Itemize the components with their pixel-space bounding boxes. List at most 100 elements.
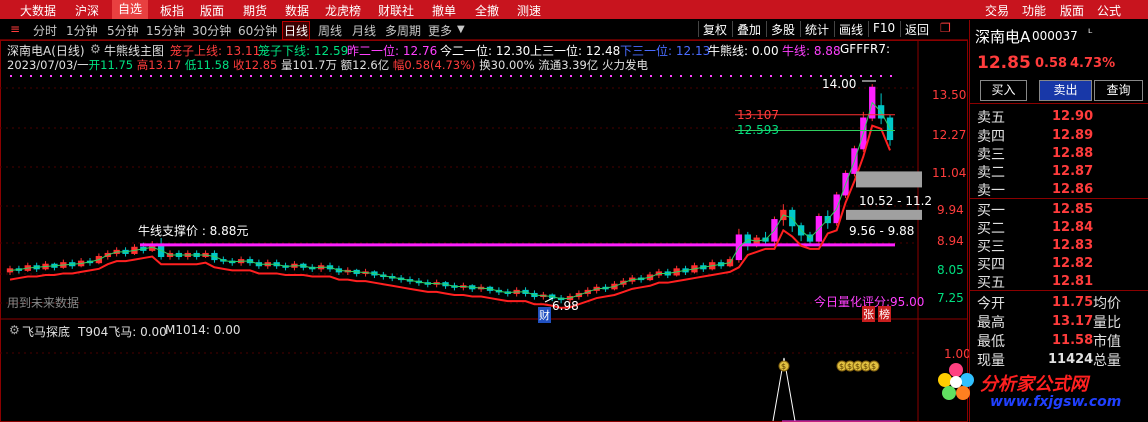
resistance-zone-upper <box>856 171 922 188</box>
menu-item-cancel[interactable]: 撤单 <box>432 2 456 19</box>
ask1-price[interactable]: 12.86 <box>1052 182 1093 197</box>
stat-curvol-value: 11424 <box>1048 352 1094 367</box>
tab-monthly[interactable]: 月线 <box>352 22 376 39</box>
statistics-button[interactable]: 统计 <box>800 21 829 37</box>
bid3-label: 买三 <box>977 239 1005 255</box>
menu-item-function[interactable]: 功能 <box>1022 2 1046 19</box>
menu-item-index[interactable]: 板指 <box>160 2 184 19</box>
menu-item-cancel-all[interactable]: 全撤 <box>475 2 499 19</box>
menu-item-layout-right[interactable]: 版面 <box>1060 2 1084 19</box>
menu-item-futures[interactable]: 期货 <box>243 2 267 19</box>
stat-open-value: 11.75 <box>1052 295 1094 310</box>
tab-30min[interactable]: 30分钟 <box>192 22 231 39</box>
more-dropdown-icon[interactable]: ▼ <box>457 24 465 35</box>
tab-15min[interactable]: 15分钟 <box>146 22 185 39</box>
coin-label: $ <box>847 362 852 371</box>
bid2-price[interactable]: 12.84 <box>1052 220 1093 235</box>
zone-upper-value: 10.52 - 11.2 <box>859 194 933 208</box>
coin-label: $ <box>781 362 786 371</box>
menu-item-formula[interactable]: 公式 <box>1097 2 1121 19</box>
menu-item-watchlist[interactable]: 自选 <box>112 0 149 19</box>
y-tick-4: 9.94 <box>937 203 964 217</box>
zhang-badge[interactable]: 张 <box>862 306 875 322</box>
ask4-label: 卖四 <box>977 129 1005 145</box>
high-price-mark: 14.00 <box>822 77 857 91</box>
top-menu-bar: 大数据 沪深 自选 板指 版面 期货 数据 龙虎榜 财联社 撤单 全撤 测速 交… <box>0 0 1148 19</box>
menu-item-layout[interactable]: 版面 <box>200 2 224 19</box>
ask3-label: 卖三 <box>977 147 1005 163</box>
y-tick-2: 12.27 <box>932 128 967 142</box>
support-trend-line <box>9 124 891 309</box>
panel-price: 12.85 <box>977 53 1031 73</box>
sub-indicator-title[interactable]: 飞马探底 <box>22 323 70 340</box>
ask2-label: 卖二 <box>977 165 1005 181</box>
y-tick-6: 8.05 <box>937 263 964 277</box>
bid4-price[interactable]: 12.82 <box>1052 256 1093 271</box>
f10-button[interactable]: F10 <box>868 21 895 37</box>
tab-multi-period[interactable]: 多周期 <box>385 22 421 39</box>
tab-1min[interactable]: 1分钟 <box>66 22 98 39</box>
coin-label: $ <box>839 362 844 371</box>
watermark-title: 分析家公式网 <box>980 374 1088 395</box>
menu-item-bigdata[interactable]: 大数据 <box>20 2 56 19</box>
stat-curvol-label: 现量 <box>977 353 1005 369</box>
menu-item-speedtest[interactable]: 测速 <box>517 2 541 19</box>
resistance-zone-lower <box>846 209 922 220</box>
panel-stock-code: 000037 <box>1032 29 1078 43</box>
buy-button[interactable]: 买入 <box>980 80 1027 101</box>
bid2-label: 买二 <box>977 221 1005 237</box>
coin-label: $ <box>863 362 868 371</box>
sub-t904: T904飞马: 0.00 <box>78 325 167 339</box>
zone-lower-value: 9.56 - 9.88 <box>849 224 915 238</box>
y-tick-3: 11.04 <box>932 166 967 180</box>
cai-badge[interactable]: 财 <box>538 307 551 323</box>
menu-item-hushen[interactable]: 沪深 <box>75 2 99 19</box>
future-data-warning: 用到未来数据 <box>7 296 80 310</box>
multi-stock-button[interactable]: 多股 <box>766 21 795 37</box>
bid4-label: 买四 <box>977 257 1005 273</box>
stat-high-label: 最高 <box>977 315 1005 331</box>
stat-open-label: 今开 <box>977 296 1005 312</box>
overlay-button[interactable]: 叠加 <box>732 21 761 37</box>
stat-low-value: 11.58 <box>1052 333 1094 348</box>
menu-item-dragon-tiger[interactable]: 龙虎榜 <box>325 2 361 19</box>
sub-settings-icon[interactable]: ⚙ <box>9 323 20 337</box>
bid1-price[interactable]: 12.85 <box>1052 202 1093 217</box>
query-button[interactable]: 查询 <box>1094 80 1143 101</box>
low-price-mark: 6.98 <box>552 299 579 313</box>
tab-daily[interactable]: 日线 <box>282 21 311 40</box>
menu-item-cls[interactable]: 财联社 <box>378 2 414 19</box>
tab-intraday[interactable]: 分时 <box>33 22 57 39</box>
ask5-price[interactable]: 12.90 <box>1052 109 1093 124</box>
ask2-price[interactable]: 12.87 <box>1052 164 1093 179</box>
adjust-button[interactable]: 复权 <box>698 21 727 37</box>
bid5-price[interactable]: 12.81 <box>1052 274 1093 289</box>
bang-badge[interactable]: 榜 <box>878 306 891 322</box>
menu-item-trade[interactable]: 交易 <box>985 2 1009 19</box>
back-button[interactable]: 返回 <box>900 21 929 37</box>
support-price-label: 牛线支撑价 : 8.88元 <box>138 224 249 238</box>
ask4-price[interactable]: 12.89 <box>1052 128 1093 143</box>
sell-button[interactable]: 卖出 <box>1039 80 1092 101</box>
tab-60min[interactable]: 60分钟 <box>238 22 277 39</box>
menu-icon[interactable]: ≡ <box>10 22 20 36</box>
menu-item-data[interactable]: 数据 <box>285 2 309 19</box>
cage-upper-value: 13.107 <box>737 108 779 122</box>
restore-icon[interactable]: ❐ <box>936 21 951 37</box>
bid3-price[interactable]: 12.83 <box>1052 238 1093 253</box>
tab-5min[interactable]: 5分钟 <box>107 22 139 39</box>
stat-volratio-label: 量比 <box>1093 315 1121 331</box>
panel-stock-name: 深南电A <box>975 28 1031 46</box>
ask3-price[interactable]: 12.88 <box>1052 146 1093 161</box>
coin-label: $ <box>855 362 860 371</box>
y-tick-1: 13.50 <box>932 88 967 102</box>
sub-m1014: M1014: 0.00 <box>165 323 241 337</box>
coin-label: $ <box>871 362 876 371</box>
tab-more[interactable]: 更多 <box>428 22 452 39</box>
draw-line-button[interactable]: 画线 <box>834 21 863 37</box>
stat-high-value: 13.17 <box>1052 314 1094 329</box>
sub-y-tick: 1.00 <box>944 347 971 361</box>
tab-weekly[interactable]: 周线 <box>318 22 342 39</box>
financing-icon: ᴸ <box>1088 26 1093 40</box>
bid5-label: 买五 <box>977 275 1005 291</box>
